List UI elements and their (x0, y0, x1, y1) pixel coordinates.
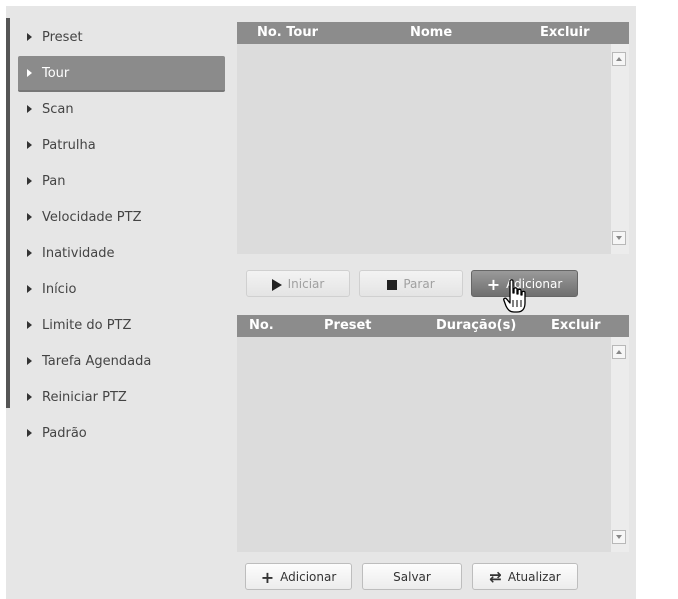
preset-table-scrollbar[interactable] (611, 337, 629, 552)
sidebar-item-label: Preset (42, 30, 83, 45)
scroll-down-button[interactable] (612, 530, 626, 544)
stop-button[interactable]: Parar (359, 270, 463, 297)
expand-triangle-icon (27, 321, 32, 329)
column-header-tour-number: No. Tour (257, 25, 319, 40)
refresh-button-label: Atualizar (507, 570, 561, 584)
start-button-label: Iniciar (287, 277, 325, 291)
sidebar-item-label: Tarefa Agendada (42, 354, 152, 369)
arrow-down-icon (616, 236, 622, 240)
arrow-down-icon (616, 535, 622, 539)
arrow-up-icon (616, 350, 622, 354)
column-header-preset: Preset (324, 318, 372, 333)
arrow-up-icon (616, 57, 622, 61)
expand-triangle-icon (27, 141, 32, 149)
column-header-number: No. (249, 318, 274, 333)
column-header-name: Nome (410, 25, 453, 40)
scroll-up-button[interactable] (612, 345, 626, 359)
sidebar-item-padrao[interactable]: Padrão (18, 416, 225, 452)
play-icon (271, 278, 282, 291)
refresh-button[interactable]: ⇄ Atualizar (472, 563, 578, 590)
start-button[interactable]: Iniciar (246, 270, 350, 297)
sidebar-item-label: Pan (42, 174, 66, 189)
sidebar-item-reiniciar-ptz[interactable]: Reiniciar PTZ (18, 380, 225, 416)
plus-icon: + (260, 567, 275, 587)
refresh-icon: ⇄ (489, 568, 502, 586)
ptz-config-app: Preset Tour Scan Patrulha Pan Velocidade… (0, 0, 678, 599)
tour-table-scrollbar[interactable] (611, 44, 629, 254)
sidebar-item-tarefa-agendada[interactable]: Tarefa Agendada (18, 344, 225, 380)
tour-table: No. Tour Nome Excluir (237, 22, 629, 254)
stop-icon (387, 279, 398, 290)
sidebar-item-label: Limite do PTZ (42, 318, 132, 333)
sidebar-item-inicio[interactable]: Início (18, 272, 225, 308)
column-header-delete: Excluir (540, 25, 590, 40)
expand-triangle-icon (27, 357, 32, 365)
hand-cursor-icon (503, 279, 526, 313)
column-header-duration: Duração(s) (436, 318, 517, 333)
sidebar-item-limite-ptz[interactable]: Limite do PTZ (18, 308, 225, 344)
preset-table-header: No. Preset Duração(s) Excluir (237, 315, 629, 337)
expand-triangle-icon (27, 177, 32, 185)
tour-table-header: No. Tour Nome Excluir (237, 22, 629, 44)
column-header-delete: Excluir (551, 318, 601, 333)
expand-triangle-icon (27, 249, 32, 257)
ptz-sidebar: Preset Tour Scan Patrulha Pan Velocidade… (18, 20, 225, 452)
sidebar-item-preset[interactable]: Preset (18, 20, 225, 56)
scroll-down-button[interactable] (612, 231, 626, 245)
expand-triangle-icon (27, 429, 32, 437)
sidebar-item-label: Padrão (42, 426, 87, 441)
sidebar-item-patrulha[interactable]: Patrulha (18, 128, 225, 164)
add-preset-button-label: Adicionar (280, 570, 337, 584)
sidebar-item-label: Tour (42, 66, 70, 81)
sidebar-item-label: Início (42, 282, 77, 297)
add-preset-button[interactable]: + Adicionar (245, 563, 352, 590)
sidebar-item-tour[interactable]: Tour (18, 56, 225, 92)
sidebar-item-pan[interactable]: Pan (18, 164, 225, 200)
sidebar-item-scan[interactable]: Scan (18, 92, 225, 128)
sidebar-item-label: Velocidade PTZ (42, 210, 142, 225)
save-button[interactable]: Salvar (362, 563, 462, 590)
sidebar-item-velocidade-ptz[interactable]: Velocidade PTZ (18, 200, 225, 236)
save-button-label: Salvar (393, 570, 431, 584)
preset-table: No. Preset Duração(s) Excluir (237, 315, 629, 552)
left-edge-bar (6, 18, 10, 408)
expand-triangle-icon (27, 393, 32, 401)
scroll-up-button[interactable] (612, 52, 626, 66)
sidebar-item-label: Scan (42, 102, 74, 117)
sidebar-item-label: Reiniciar PTZ (42, 390, 127, 405)
expand-triangle-icon (27, 69, 32, 77)
expand-triangle-icon (27, 285, 32, 293)
expand-triangle-icon (27, 213, 32, 221)
expand-triangle-icon (27, 33, 32, 41)
sidebar-item-label: Inatividade (42, 246, 115, 261)
plus-icon: + (486, 274, 501, 294)
stop-button-label: Parar (403, 277, 435, 291)
expand-triangle-icon (27, 105, 32, 113)
sidebar-item-label: Patrulha (42, 138, 96, 153)
sidebar-item-inatividade[interactable]: Inatividade (18, 236, 225, 272)
